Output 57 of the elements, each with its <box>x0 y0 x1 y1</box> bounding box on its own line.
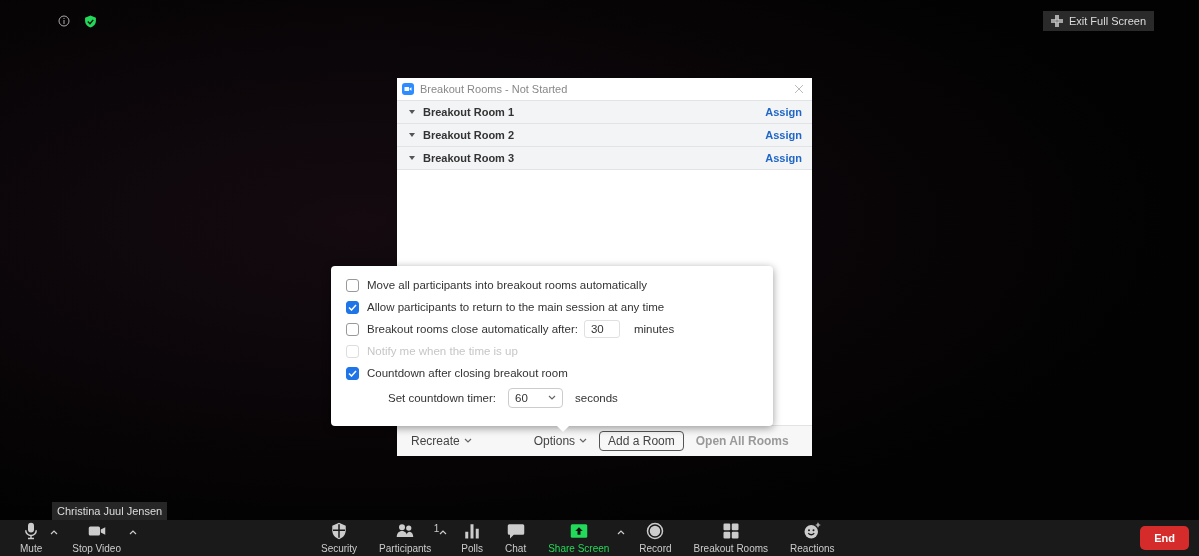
assign-link[interactable]: Assign <box>765 106 802 118</box>
chevron-icon <box>548 395 557 401</box>
chevron-icon <box>579 438 588 444</box>
toolbar-button[interactable]: Mute <box>16 520 47 554</box>
timer-dropdown[interactable]: 60 <box>508 388 564 408</box>
toolbar-button[interactable]: Breakout Rooms <box>689 520 773 554</box>
toolbar-button[interactable]: Record <box>635 520 676 554</box>
toolbar-button[interactable]: Chat <box>501 520 531 554</box>
recreate-button[interactable]: Recreate <box>409 432 474 450</box>
caret-icon[interactable] <box>50 529 59 535</box>
room-name: Breakout Room 2 <box>423 129 515 141</box>
checkbox[interactable] <box>346 300 359 314</box>
assign-link[interactable]: Assign <box>765 129 802 141</box>
room-row[interactable]: Breakout Room 3 Assign <box>397 146 812 169</box>
toolbar-button[interactable]: Share Screen <box>544 520 614 554</box>
option-label: Allow participants to return to the main session at any time <box>367 301 665 313</box>
participant-count: 1 <box>433 523 440 534</box>
chevron-icon <box>463 438 472 444</box>
caret-icon[interactable] <box>439 529 448 535</box>
room-name: Breakout Room 1 <box>423 106 515 118</box>
chat-bubble-icon <box>506 522 525 540</box>
checkbox[interactable] <box>346 366 359 380</box>
caret-icon[interactable] <box>129 529 137 535</box>
room-name: Breakout Room 3 <box>423 152 515 164</box>
expand-arrow-icon[interactable] <box>409 156 415 160</box>
bar-chart-icon <box>463 522 482 540</box>
room-row[interactable]: Breakout Room 2 Assign <box>397 123 812 146</box>
toolbar-button[interactable]: Stop Video <box>68 520 125 554</box>
unit-label: seconds <box>575 392 618 404</box>
window-title: Breakout Rooms - Not Started <box>420 83 568 95</box>
camera-app-icon <box>402 83 414 95</box>
checkbox[interactable] <box>346 322 359 336</box>
option-label: Move all participants into breakout rooms automatically <box>367 279 647 291</box>
add-room-button[interactable]: Add a Room <box>599 431 684 451</box>
people-icon <box>396 522 415 540</box>
toolbar-button[interactable]: Security <box>317 520 362 554</box>
shield-check-icon[interactable] <box>84 14 97 28</box>
expand-arrow-icon[interactable] <box>409 110 415 114</box>
options-button[interactable]: Options <box>531 432 590 450</box>
expand-arrow-icon[interactable] <box>409 133 415 137</box>
option-label: Set countdown timer: <box>388 392 497 404</box>
info-icon[interactable] <box>58 15 70 27</box>
assign-link[interactable]: Assign <box>765 152 802 164</box>
name-tag: Christina Juul Jensen <box>52 502 168 520</box>
record-icon <box>646 522 665 540</box>
room-row[interactable]: Breakout Room 1 Assign <box>397 100 812 123</box>
end-button[interactable]: End <box>1140 526 1189 550</box>
checkbox[interactable] <box>346 278 359 292</box>
toolbar-button[interactable]: Polls <box>457 520 488 554</box>
caret-icon[interactable] <box>617 529 626 535</box>
option-label: Countdown after closing breakout room <box>367 367 568 379</box>
minutes-field[interactable]: 30 <box>583 320 620 338</box>
unit-label: minutes <box>633 323 675 335</box>
toolbar-button[interactable]: Reactions <box>786 520 839 554</box>
exit-full-screen-button[interactable]: Exit Full Screen <box>1042 11 1154 31</box>
option-label: Breakout rooms close automatically after: <box>367 323 578 335</box>
grid-icon <box>721 522 740 540</box>
